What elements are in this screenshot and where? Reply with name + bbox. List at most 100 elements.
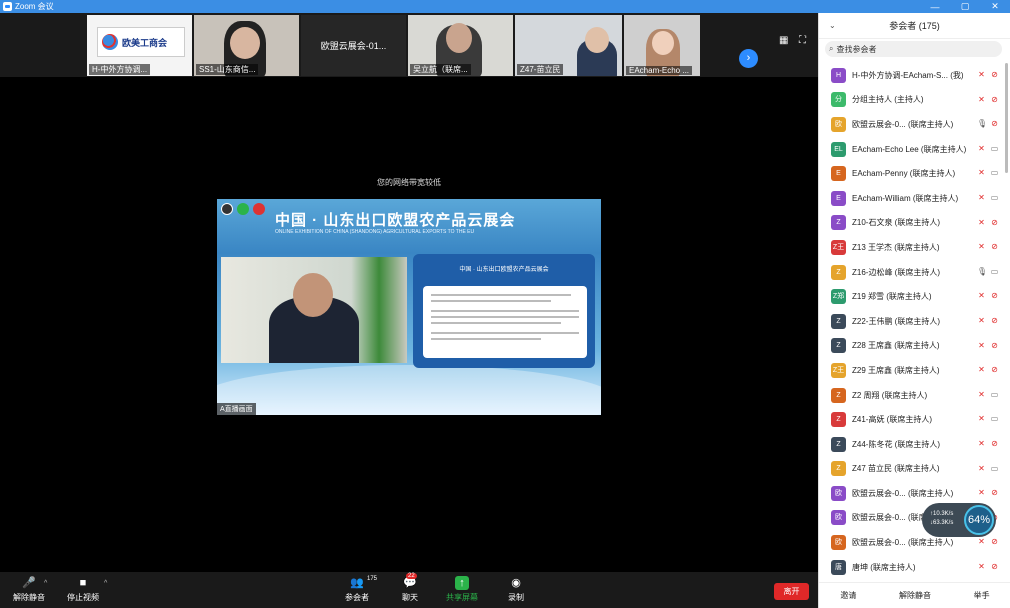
gallery-view-icon[interactable]: ▦	[779, 35, 788, 46]
participant-row[interactable]: Z王 Z13 王学杰 (联席主持人) ✕ ⊘	[819, 235, 1010, 260]
camera-on-icon[interactable]: ▭	[990, 267, 999, 276]
shared-screen[interactable]: 中国 · 山东出口欧盟农产品云展会 ONLINE EXHIBITION OF C…	[217, 199, 601, 415]
camera-off-icon[interactable]: ⊘	[990, 218, 999, 227]
camera-on-icon[interactable]: ▭	[990, 390, 999, 399]
shield-icon[interactable]	[237, 203, 249, 215]
participants-panel-footer: 邀请 解除静音 举手	[819, 582, 1010, 608]
mic-on-icon[interactable]: 🎙	[977, 119, 987, 128]
fullscreen-icon[interactable]: ⛶	[799, 35, 806, 46]
video-tile[interactable]: EAcham-Echo ...	[624, 15, 700, 76]
leave-meeting-button[interactable]: 离开	[774, 583, 809, 600]
mic-muted-icon[interactable]: ✕	[977, 414, 986, 423]
mic-muted-icon[interactable]: ✕	[977, 291, 986, 300]
participant-row[interactable]: Z Z10-石文泉 (联席主持人) ✕ ⊘	[819, 211, 1010, 236]
record-button[interactable]: ◉ 录制	[503, 576, 529, 603]
camera-on-icon[interactable]: ▭	[990, 193, 999, 202]
mic-muted-icon[interactable]: ✕	[977, 341, 986, 350]
mic-muted-icon[interactable]: ✕	[977, 193, 986, 202]
share-screen-button[interactable]: ↑ 共享屏幕	[444, 576, 480, 603]
video-tile[interactable]: Z47-苗立民	[515, 15, 622, 76]
camera-off-icon[interactable]: ⊘	[990, 291, 999, 300]
video-tile[interactable]: SS1-山东商信...	[194, 15, 299, 76]
info-icon[interactable]	[221, 203, 233, 215]
participant-row[interactable]: 唐唐坤 (联席主持人) ✕ ⊘	[819, 555, 1010, 580]
audio-options-chevron-icon[interactable]: ^	[44, 580, 47, 587]
mic-muted-icon[interactable]: ✕	[977, 537, 986, 546]
participant-name: Z13 王学杰 (联席主持人)	[852, 242, 940, 252]
camera-off-icon[interactable]: ⊘	[990, 488, 999, 497]
participant-name: Z29 王席鑫 (联席主持人)	[852, 365, 940, 375]
invite-button[interactable]: 邀请	[834, 588, 862, 603]
camera-off-icon[interactable]: ⊘	[990, 242, 999, 251]
close-button[interactable]: ✕	[980, 1, 1010, 12]
participant-row[interactable]: Z Z2 周翔 (联席主持人) ✕ ▭	[819, 383, 1010, 408]
mic-muted-icon[interactable]: ✕	[977, 439, 986, 448]
participant-row[interactable]: E EAcham-Penny (联席主持人) ✕ ▭	[819, 161, 1010, 186]
avatar: Z	[831, 215, 846, 231]
participant-row[interactable]: 分分组主持人 (主持人) ✕ ⊘	[819, 88, 1010, 113]
camera-off-icon[interactable]: ⊘	[990, 316, 999, 325]
participant-row[interactable]: Z郑 Z19 郑雪 (联席主持人) ✕ ⊘	[819, 284, 1010, 309]
video-tile[interactable]: 欧盟云展会-01...	[301, 15, 406, 76]
mic-muted-icon[interactable]: ✕	[977, 562, 986, 571]
participant-row[interactable]: Z王 Z29 王席鑫 (联席主持人) ✕ ⊘	[819, 358, 1010, 383]
camera-off-icon[interactable]: ⊘	[990, 365, 999, 374]
participant-row[interactable]: Z Z41-高妩 (联席主持人) ✕ ▭	[819, 407, 1010, 432]
camera-off-icon[interactable]: ⊘	[990, 95, 999, 104]
unmute-all-button[interactable]: 解除静音	[893, 588, 937, 603]
camera-on-icon[interactable]: ▭	[990, 414, 999, 423]
mic-muted-icon[interactable]: ✕	[977, 488, 986, 497]
participant-list-scrollbar[interactable]	[1005, 63, 1008, 173]
avatar: Z	[831, 313, 846, 329]
video-tile[interactable]: 欧美工商会 H-中外方协调...	[87, 15, 192, 76]
camera-on-icon[interactable]: ▭	[990, 168, 999, 177]
mic-muted-icon[interactable]: ✕	[977, 316, 986, 325]
mic-muted-icon[interactable]: ✕	[977, 390, 986, 399]
mic-on-icon[interactable]: 🎙	[977, 267, 987, 276]
camera-off-icon[interactable]: ⊘	[990, 439, 999, 448]
camera-off-icon[interactable]: ⊘	[990, 119, 999, 128]
participant-row[interactable]: Z Z22-王伟鹏 (联席主持人) ✕ ⊘	[819, 309, 1010, 334]
participant-row[interactable]: 欧欧盟云展会-0... (联席主持人) 🎙 ⊘	[819, 112, 1010, 137]
mic-muted-icon[interactable]: ✕	[977, 464, 986, 473]
collapse-chevron-icon[interactable]: ⌄	[829, 21, 836, 30]
mic-muted-icon[interactable]: ✕	[977, 95, 986, 104]
participant-row[interactable]: Z Z44-陈冬花 (联席主持人) ✕ ⊘	[819, 432, 1010, 457]
participant-search-input[interactable]: ⌕ 查找参会者	[825, 41, 1002, 57]
minimize-button[interactable]: —	[920, 2, 950, 12]
raise-hand-button[interactable]: 举手	[968, 588, 996, 603]
camera-off-icon[interactable]: ⊘	[990, 341, 999, 350]
participant-row[interactable]: 欧欧盟云展会-0... (联席主持人)✕⊘	[819, 481, 1010, 506]
maximize-button[interactable]: ▢	[950, 1, 980, 12]
participant-status-icons: ✕ ▭	[977, 390, 999, 399]
camera-off-icon[interactable]: ⊘	[990, 562, 999, 571]
participant-row[interactable]: EL EAcham-Echo Lee (联席主持人) ✕ ▭	[819, 137, 1010, 162]
mic-muted-icon[interactable]: ✕	[977, 168, 986, 177]
mic-muted-icon[interactable]: ✕	[977, 70, 986, 79]
network-speed-widget[interactable]: ↑10.3K/s ↓63.3K/s 64%	[922, 503, 996, 537]
video-options-chevron-icon[interactable]: ^	[104, 580, 107, 587]
participants-button[interactable]: 👥 参会者 175	[342, 576, 377, 603]
participant-row[interactable]: Z Z47 苗立民 (联席主持人) ✕ ▭	[819, 457, 1010, 482]
participant-row[interactable]: E EAcham-William (联席主持人) ✕ ▭	[819, 186, 1010, 211]
camera-off-icon[interactable]: ⊘	[990, 70, 999, 79]
search-icon: ⌕	[829, 44, 834, 53]
participant-row[interactable]: Z Z28 王席鑫 (联席主持人) ✕ ⊘	[819, 334, 1010, 359]
chat-button[interactable]: 💬 22 聊天	[396, 573, 424, 603]
participant-row[interactable]: Z Z16-边松峰 (联席主持人) 🎙 ▭	[819, 260, 1010, 285]
mic-muted-icon[interactable]: ✕	[977, 242, 986, 251]
stop-video-button[interactable]: ■ 停止视频	[64, 576, 102, 603]
camera-off-icon[interactable]: ⊘	[990, 537, 999, 546]
video-tile[interactable]: 吴立航（联席...	[408, 15, 513, 76]
participant-row[interactable]: H H-中外方协调-EAcham-S... (我) ✕ ⊘	[819, 63, 1010, 88]
camera-on-icon[interactable]: ▭	[990, 464, 999, 473]
mic-muted-icon[interactable]: ✕	[977, 218, 986, 227]
mic-muted-icon[interactable]: ✕	[977, 144, 986, 153]
share-title: 中国 · 山东出口欧盟农产品云展会	[275, 212, 516, 229]
camera-on-icon[interactable]: ▭	[990, 144, 999, 153]
avatar: 欧	[831, 535, 846, 551]
next-page-button[interactable]: ›	[739, 49, 758, 68]
mic-muted-icon[interactable]: ✕	[977, 365, 986, 374]
unmute-button[interactable]: 🎤 解除静音	[10, 576, 48, 603]
tile-center-name: 欧盟云展会-01...	[320, 41, 387, 51]
